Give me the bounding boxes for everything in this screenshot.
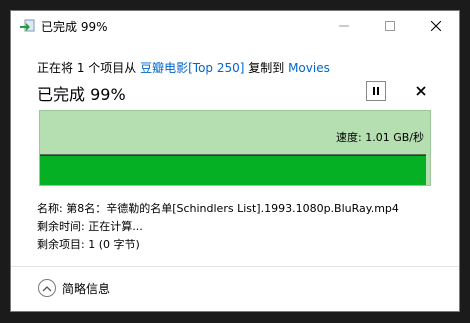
pause-button[interactable] bbox=[366, 81, 386, 101]
maximize-icon bbox=[385, 21, 395, 31]
cancel-icon bbox=[416, 86, 426, 96]
progress-status-title: 已完成 99% bbox=[37, 85, 126, 104]
copy-middle: 复制到 bbox=[244, 61, 289, 75]
speed-graph-fill bbox=[40, 155, 426, 185]
transfer-speed-label: 速度: 1.01 GB/秒 bbox=[336, 131, 424, 144]
copy-prefix: 正在将 1 个项目从 bbox=[37, 61, 141, 75]
fewer-details-button[interactable]: 简略信息 bbox=[38, 279, 110, 297]
time-remaining-line: 剩余时间: 正在计算... bbox=[37, 220, 143, 233]
file-name-line: 名称: 第8名：辛德勒的名单[Schindlers List].1993.108… bbox=[37, 202, 399, 215]
pause-icon bbox=[373, 87, 379, 95]
speed-graph-canvas bbox=[40, 154, 426, 185]
items-remaining-line: 剩余项目: 1 (0 字节) bbox=[37, 238, 140, 251]
source-folder-link[interactable]: 豆瓣电影[Top 250] bbox=[140, 61, 244, 75]
maximize-button[interactable] bbox=[367, 11, 413, 41]
copy-progress-dialog: 已完成 99% 正在将 1 个项目从 豆瓣电影[Top 250] 复制到 Mov… bbox=[10, 10, 460, 312]
destination-folder-link[interactable]: Movies bbox=[288, 61, 330, 75]
title-bar: 已完成 99% bbox=[11, 11, 459, 41]
close-button[interactable] bbox=[413, 11, 459, 41]
minimize-button[interactable] bbox=[321, 11, 367, 41]
chevron-up-icon bbox=[38, 279, 56, 297]
window-title: 已完成 99% bbox=[41, 20, 108, 34]
copy-description: 正在将 1 个项目从 豆瓣电影[Top 250] 复制到 Movies bbox=[37, 59, 330, 76]
transfer-speed-graph: 速度: 1.01 GB/秒 bbox=[39, 110, 431, 186]
cancel-button[interactable] bbox=[411, 81, 431, 101]
footer-divider bbox=[11, 266, 459, 267]
fewer-details-label: 简略信息 bbox=[62, 281, 111, 296]
copy-arrow-icon bbox=[20, 19, 35, 32]
minimize-icon bbox=[339, 25, 349, 27]
close-icon bbox=[431, 21, 441, 31]
